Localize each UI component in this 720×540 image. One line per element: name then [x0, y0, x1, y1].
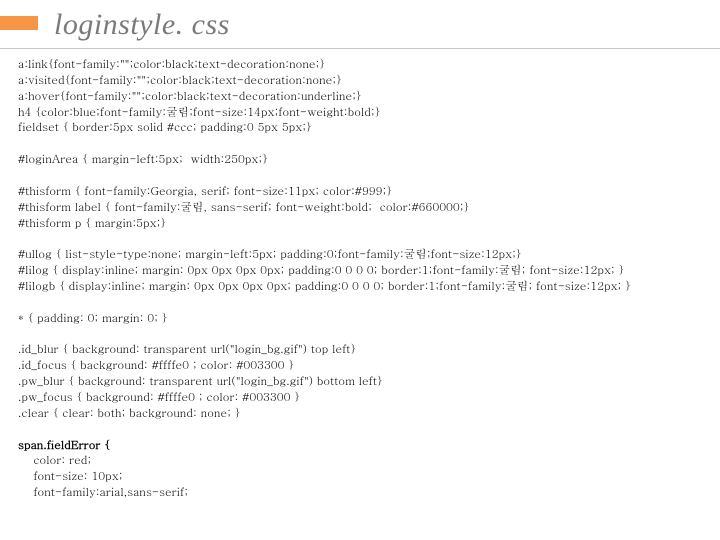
code-line: #thisform label { font-family:굴림, sans-s…	[18, 200, 710, 216]
code-line: a:link{font-family:"";color:black;text-d…	[18, 57, 710, 73]
code-line	[18, 136, 710, 152]
code-line: * { padding: 0; margin: 0; }	[18, 311, 710, 327]
code-line: #thisform { font-family:Georgia, serif; …	[18, 184, 710, 200]
code-line: fieldset { border:5px solid #ccc; paddin…	[18, 120, 710, 136]
code-line: .pw_focus { background: #ffffe0 ; color:…	[18, 390, 710, 406]
slide-title: loginstyle. css	[54, 0, 720, 42]
code-line: #loginArea { margin-left:5px; width:250p…	[18, 152, 710, 168]
code-line: h4 {color:blue;font-family:굴림;font-size:…	[18, 105, 710, 121]
code-line	[18, 327, 710, 343]
code-line: span.fieldError {	[18, 438, 710, 454]
code-line: #thisform p { margin:5px;}	[18, 216, 710, 232]
code-line: font-size: 10px;	[18, 469, 710, 485]
slide: loginstyle. css a:link{font-family:"";co…	[0, 0, 720, 540]
code-line: color: red;	[18, 453, 710, 469]
code-line: #lilog { display:inline; margin: 0px 0px…	[18, 263, 710, 279]
code-line: #ullog { list-style-type:none; margin-le…	[18, 247, 710, 263]
code-line	[18, 295, 710, 311]
code-line: .id_blur { background: transparent url("…	[18, 342, 710, 358]
code-line: .pw_blur { background: transparent url("…	[18, 374, 710, 390]
code-line: a:visited{font-family:"";color:black;tex…	[18, 73, 710, 89]
title-bar: loginstyle. css	[0, 0, 720, 49]
code-line: font-family:arial,sans-serif;	[18, 485, 710, 501]
code-line	[18, 231, 710, 247]
code-line: .clear { clear: both; background: none; …	[18, 406, 710, 422]
code-line: a:hover{font-family:"";color:black;text-…	[18, 89, 710, 105]
code-line: #lilogb { display:inline; margin: 0px 0p…	[18, 279, 710, 295]
code-line	[18, 422, 710, 438]
code-line: .id_focus { background: #ffffe0 ; color:…	[18, 358, 710, 374]
code-content: a:link{font-family:"";color:black;text-d…	[0, 49, 720, 501]
accent-block	[0, 16, 38, 30]
code-line	[18, 168, 710, 184]
